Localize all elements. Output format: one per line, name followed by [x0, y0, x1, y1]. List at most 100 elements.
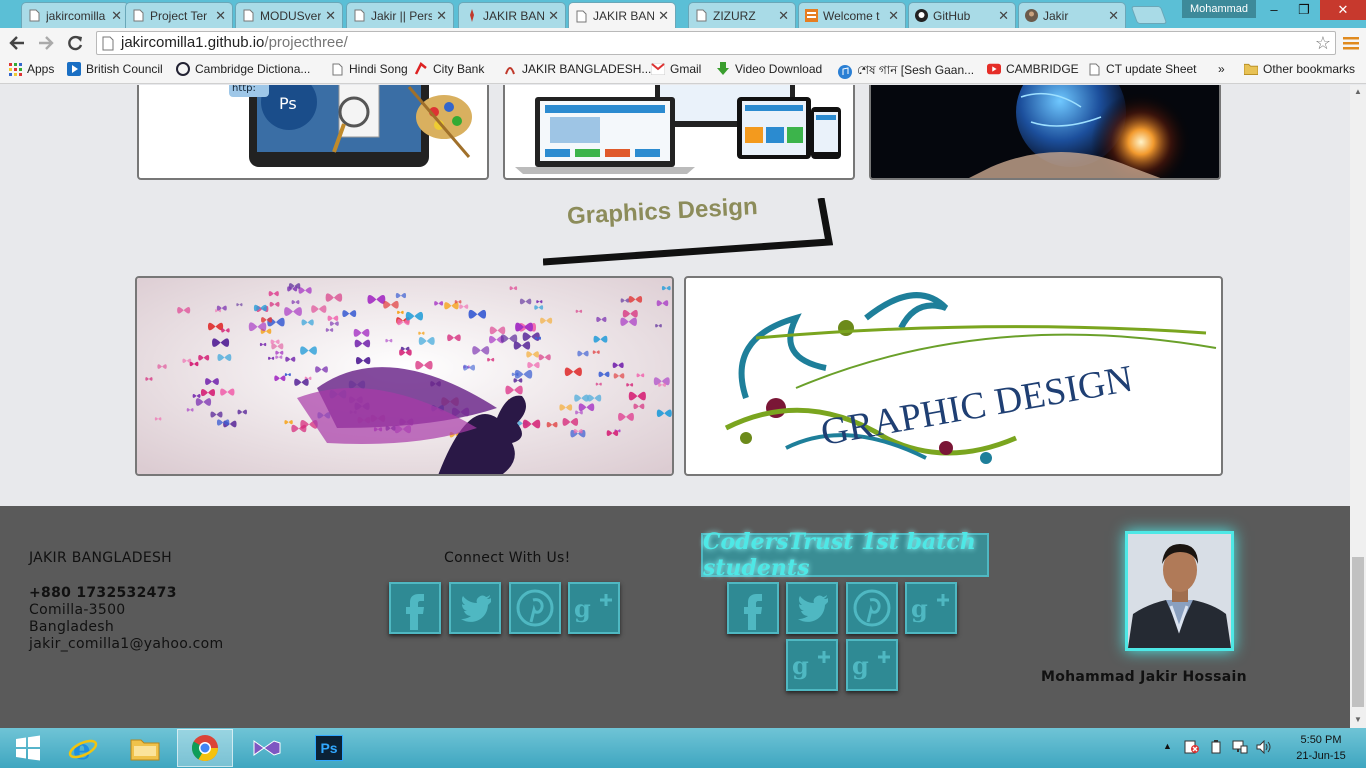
svg-text:g: g	[792, 651, 809, 680]
browser-tab[interactable]: jakircomilla ✕	[21, 2, 129, 28]
power-icon[interactable]	[1209, 740, 1223, 757]
svg-text:http:: http:	[232, 85, 256, 94]
menu-icon[interactable]	[1339, 31, 1363, 55]
facebook-icon[interactable]	[727, 582, 779, 634]
reload-icon[interactable]	[63, 31, 87, 55]
scrollbar-thumb[interactable]	[1352, 557, 1364, 707]
bookmark-item[interactable]: Hindi Song	[330, 62, 408, 76]
close-tab-icon[interactable]: ✕	[888, 8, 899, 24]
close-tab-icon[interactable]: ✕	[658, 8, 669, 24]
bookmark-item[interactable]: Video Download	[716, 62, 822, 76]
back-icon[interactable]	[5, 31, 29, 55]
close-tab-icon[interactable]: ✕	[1108, 8, 1119, 24]
minimize-icon[interactable]: –	[1260, 0, 1288, 20]
portfolio-card-design-tools[interactable]: Ps http:	[137, 85, 489, 180]
footer-country: Bangladesh	[29, 619, 115, 635]
bookmark-star-icon[interactable]: ☆	[1315, 32, 1331, 54]
windows-taskbar: e Ps ▲ 5:50 PM 21-Jun-15	[0, 728, 1366, 768]
bookmark-item[interactable]: JAKIR BANGLADESH...	[503, 62, 651, 76]
address-bar[interactable]: jakircomilla1.github.io/projecthree/ ☆	[96, 31, 1336, 55]
close-tab-icon[interactable]: ✕	[778, 8, 789, 24]
browser-tab[interactable]: MODUSver ✕	[235, 2, 343, 28]
start-icon[interactable]	[0, 729, 56, 767]
close-tab-icon[interactable]: ✕	[436, 8, 447, 24]
close-window-icon[interactable]: ✕	[1320, 0, 1366, 20]
browser-tab[interactable]: Project Ter ✕	[125, 2, 233, 28]
bookmark-label: British Council	[86, 62, 163, 76]
system-clock[interactable]: 5:50 PM 21-Jun-15	[1286, 732, 1356, 764]
document-icon	[695, 9, 708, 22]
svg-text:Ps: Ps	[279, 94, 297, 113]
twitter-icon[interactable]	[786, 582, 838, 634]
bookmark-item[interactable]: Cambridge Dictiona...	[176, 62, 310, 76]
close-tab-icon[interactable]: ✕	[325, 8, 336, 24]
bookmark-item[interactable]: শেষ গান [Sesh Gaan...	[838, 62, 974, 82]
bookmark-item[interactable]: Gmail	[651, 62, 701, 76]
file-explorer-icon[interactable]	[117, 729, 173, 767]
close-tab-icon[interactable]: ✕	[998, 8, 1009, 24]
citybank-icon	[414, 62, 428, 76]
graphics-card-butterfly-woman[interactable]	[135, 276, 674, 476]
tab-title: jakircomilla	[46, 8, 106, 23]
pinterest-icon[interactable]	[509, 582, 561, 634]
bookmark-item[interactable]: CT update Sheet	[1087, 62, 1197, 76]
person-name: Mohammad Jakir Hossain	[1041, 669, 1247, 685]
other-bookmarks-folder[interactable]: Other bookmarks	[1244, 62, 1355, 76]
browser-tab[interactable]: Jakir ✕	[1018, 2, 1126, 28]
volume-icon[interactable]	[1256, 739, 1272, 757]
close-tab-icon[interactable]: ✕	[111, 8, 122, 24]
browser-tab-strip: jakircomilla ✕ Project Ter ✕ MODUSver ✕ Jakir …	[0, 0, 1366, 29]
browser-tab[interactable]: Jakir || Pers ✕	[346, 2, 454, 28]
bookmark-item[interactable]: Apps	[8, 62, 54, 76]
google-plus-icon[interactable]: g	[568, 582, 620, 634]
document-icon	[28, 9, 41, 22]
close-tab-icon[interactable]: ✕	[215, 8, 226, 24]
pinterest-icon[interactable]	[846, 582, 898, 634]
google-plus-icon[interactable]: g	[905, 582, 957, 634]
bookmark-label: Gmail	[670, 62, 702, 76]
folder-icon	[1244, 62, 1258, 76]
maximize-icon[interactable]: ❐	[1290, 0, 1318, 20]
bookmark-item[interactable]: City Bank	[414, 62, 484, 76]
forward-icon[interactable]	[34, 31, 58, 55]
photoshop-icon[interactable]: Ps	[301, 729, 357, 767]
footer-phone: +880 1732532473	[29, 585, 177, 601]
url-path: /projecthree/	[264, 34, 348, 51]
google-plus-icon[interactable]: g	[846, 639, 898, 691]
portfolio-card-responsive-web[interactable]	[503, 85, 855, 180]
bookmark-label: CT update Sheet	[1106, 62, 1197, 76]
profile-photo	[1125, 531, 1234, 651]
browser-tab[interactable]: GitHub ✕	[908, 2, 1016, 28]
twitter-icon[interactable]	[449, 582, 501, 634]
browser-tab[interactable]: JAKIR BAN ✕	[568, 2, 676, 29]
browser-tab[interactable]: Welcome t ✕	[798, 2, 906, 28]
play-icon	[67, 62, 81, 76]
internet-explorer-icon[interactable]: e	[55, 729, 111, 767]
document-icon	[1087, 62, 1101, 76]
coderstrust-banner: CodersTrust 1st batch students	[701, 529, 989, 581]
tab-title: Welcome t	[823, 8, 880, 23]
browser-tab[interactable]: JAKIR BAN ✕	[458, 2, 566, 28]
google-plus-icon[interactable]: g	[786, 639, 838, 691]
portfolio-card-global-tech[interactable]	[869, 85, 1221, 180]
profile-button[interactable]: Mohammad	[1182, 0, 1256, 18]
graphics-card-graphic-design-banner[interactable]: GRAPHIC DESIGN	[684, 276, 1223, 476]
visual-studio-icon[interactable]	[239, 729, 295, 767]
bookmark-label: Apps	[27, 62, 55, 76]
facebook-icon[interactable]	[389, 582, 441, 634]
bookmark-item[interactable]: CAMBRIDGE	[987, 62, 1079, 76]
footer-email[interactable]: jakir_comilla1@yahoo.com	[29, 636, 223, 652]
action-center-icon[interactable]	[1184, 740, 1200, 757]
site-footer: JAKIR BANGLADESH +880 1732532473 Comilla…	[0, 506, 1350, 728]
network-icon[interactable]	[1232, 740, 1248, 757]
person-photo-illustration	[1128, 534, 1231, 648]
new-tab-button[interactable]	[1130, 6, 1168, 24]
show-hidden-icons[interactable]: ▲	[1163, 741, 1172, 751]
graphic-design-banner-illustration: GRAPHIC DESIGN	[724, 292, 1217, 464]
chrome-icon[interactable]	[177, 729, 233, 767]
browser-tab[interactable]: ZIZURZ ✕	[688, 2, 796, 28]
bookmarks-overflow-button[interactable]: »	[1218, 62, 1225, 76]
page-scrollbar[interactable]: ▲ ▼	[1350, 85, 1366, 728]
bookmark-item[interactable]: British Council	[67, 62, 163, 76]
close-tab-icon[interactable]: ✕	[548, 8, 559, 24]
